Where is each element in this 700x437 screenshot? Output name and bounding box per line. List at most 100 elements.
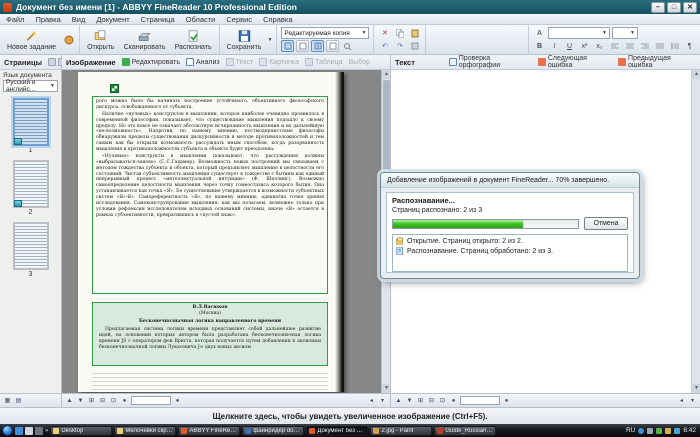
prev-page-icon[interactable]: ▲ — [65, 396, 74, 405]
fit-page-icon[interactable]: ⊟ — [98, 396, 107, 405]
edit-image-button[interactable]: Редактировать — [121, 58, 180, 66]
image-pane-collapse-icon[interactable]: ▾ — [378, 396, 387, 405]
bold-button[interactable]: B — [533, 40, 546, 52]
options-icon[interactable] — [408, 40, 421, 52]
underline-button[interactable]: U — [563, 40, 576, 52]
taskbar-item-paint[interactable]: 2.jpg - Paint — [370, 425, 433, 436]
help-tray-icon[interactable] — [638, 427, 645, 434]
status-bar-hint[interactable]: Щелкните здесь, чтобы увидеть увеличенно… — [212, 412, 487, 421]
text-fit-page-icon[interactable]: ⊟ — [427, 396, 436, 405]
pages-panel-menu-icon[interactable] — [48, 58, 56, 66]
menu-view[interactable]: Вид — [72, 15, 86, 24]
image-canvas[interactable]: рого можно было бы начинать построение у… — [62, 70, 390, 393]
next-error-button[interactable]: Следующая ошибка — [537, 55, 612, 69]
open-button[interactable]: Открыть — [84, 28, 118, 52]
save-button[interactable]: Сохранить — [224, 28, 265, 52]
analyze-button[interactable]: Анализ — [185, 58, 220, 66]
spellcheck-button[interactable]: Проверка орфографии — [448, 55, 532, 69]
taskbar-item-abbyy[interactable]: ABBYY FineReader... — [178, 425, 241, 436]
layout-split-toggle[interactable] — [311, 40, 325, 52]
page-thumbnail-2[interactable]: 2 — [12, 160, 49, 216]
redo-icon[interactable]: ↷ — [393, 40, 406, 52]
text-fit-auto-icon[interactable]: ⊡ — [438, 396, 447, 405]
selected-text-area[interactable]: В.Л.Васюков (Москва) Бесконечнозначная л… — [92, 302, 328, 366]
fit-width-icon[interactable]: ⊞ — [87, 396, 96, 405]
text-scrollbar[interactable]: ▲ ▼ — [691, 70, 700, 393]
scan-button[interactable]: Сканировать — [121, 28, 169, 52]
menu-page[interactable]: Страница — [141, 15, 175, 24]
taskbar-item-desktop[interactable]: Desktop — [50, 425, 113, 436]
scanned-page[interactable]: рого можно было бы начинать построение у… — [78, 72, 344, 392]
image-zoom-combo[interactable] — [131, 396, 171, 405]
align-justify-icon[interactable] — [653, 40, 666, 52]
font-name-combo[interactable]: ▼ — [548, 27, 610, 39]
fit-auto-icon[interactable]: ⊡ — [109, 396, 118, 405]
text-area-button[interactable]: Текст — [225, 58, 253, 66]
text-zoom-in-icon[interactable]: ● — [502, 396, 511, 405]
thumb-size-icon[interactable]: ▦ — [3, 396, 12, 405]
mail-icon[interactable] — [25, 426, 33, 435]
text-fit-width-icon[interactable]: ⊞ — [416, 396, 425, 405]
volume-tray-icon[interactable] — [674, 427, 681, 434]
menu-help[interactable]: Справка — [263, 15, 292, 24]
quick-launch-overflow-icon[interactable]: » — [45, 428, 48, 434]
minimize-button[interactable]: – — [651, 1, 665, 13]
text-zoom-combo[interactable] — [460, 396, 500, 405]
page-thumbnail-3[interactable]: 3 — [12, 222, 49, 278]
menu-areas[interactable]: Области — [186, 15, 216, 24]
save-dropdown-arrow-icon[interactable]: ▼ — [267, 37, 272, 43]
undo-icon[interactable]: ↶ — [378, 40, 391, 52]
text-next-page-icon[interactable]: ▼ — [405, 396, 414, 405]
network-tray-icon[interactable] — [665, 427, 672, 434]
align-left-icon[interactable] — [608, 40, 621, 52]
start-button[interactable] — [2, 425, 13, 436]
italic-button[interactable]: I — [548, 40, 561, 52]
delete-icon[interactable]: ✕ — [378, 27, 391, 39]
superscript-button[interactable]: x² — [578, 40, 591, 52]
menu-tools[interactable]: Сервис — [226, 15, 252, 24]
taskbar-item-word-doc[interactable]: файнридер docx -... — [242, 425, 305, 436]
paragraph-icon[interactable]: ¶ — [683, 40, 696, 52]
align-center-icon[interactable] — [623, 40, 636, 52]
document-language-combo[interactable]: Русский и английс... ▼ — [3, 79, 58, 93]
copy-icon[interactable] — [393, 27, 406, 39]
text-prev-page-icon[interactable]: ▲ — [394, 396, 403, 405]
clock[interactable]: 6:42 — [683, 427, 696, 434]
text-pane-collapse-icon[interactable]: ▾ — [688, 396, 697, 405]
antivirus-tray-icon[interactable] — [656, 427, 663, 434]
recognize-button[interactable]: Распознать — [172, 28, 215, 52]
language-indicator[interactable]: RU — [626, 427, 635, 434]
new-task-button[interactable]: Новое задание — [4, 28, 59, 52]
layout-text-toggle[interactable] — [326, 40, 340, 52]
taskbar-item-document-active[interactable]: Документ без им... — [306, 425, 369, 436]
zoom-out-icon[interactable]: ● — [120, 396, 129, 405]
page-thumbnail-1[interactable]: 1 — [12, 98, 49, 154]
menu-edit[interactable]: Правка — [35, 15, 60, 24]
taskbar-item-melochevki[interactable]: Мелочевки скри... — [114, 425, 177, 436]
list-icon[interactable] — [668, 40, 681, 52]
next-page-icon[interactable]: ▼ — [76, 396, 85, 405]
update-tray-icon[interactable] — [647, 427, 654, 434]
operation-log-list[interactable]: Открытие. Страниц открыто: 2 из 2. Распо… — [392, 234, 628, 272]
text-zoom-out-icon[interactable]: ● — [449, 396, 458, 405]
close-button[interactable]: ✕ — [683, 1, 697, 13]
paste-icon[interactable] — [408, 27, 421, 39]
internet-explorer-icon[interactable] — [15, 426, 23, 435]
select-area-button[interactable]: Выбор — [349, 59, 371, 66]
layout-pages-toggle[interactable] — [281, 40, 295, 52]
text-pane-expand-icon[interactable]: ◂ — [677, 396, 686, 405]
font-size-combo[interactable]: ▼ — [612, 27, 638, 39]
show-desktop-icon[interactable] — [35, 426, 43, 435]
zoom-window-icon[interactable] — [341, 40, 354, 52]
recognized-text-area[interactable]: рого можно было бы начинать построение у… — [92, 96, 328, 294]
menu-file[interactable]: Файл — [6, 15, 24, 24]
mode-combo[interactable]: Редактируемая копия ▼ — [281, 27, 370, 39]
picture-area-button[interactable]: Картинка — [259, 58, 299, 66]
thumb-list-icon[interactable]: ▤ — [14, 396, 23, 405]
image-pane-expand-icon[interactable]: ◂ — [367, 396, 376, 405]
align-right-icon[interactable] — [638, 40, 651, 52]
table-area-button[interactable]: Таблица — [305, 58, 343, 66]
prev-error-button[interactable]: Предыдущая ошибка — [618, 55, 696, 69]
maximize-button[interactable]: □ — [667, 1, 681, 13]
zoom-in-icon[interactable]: ● — [173, 396, 182, 405]
